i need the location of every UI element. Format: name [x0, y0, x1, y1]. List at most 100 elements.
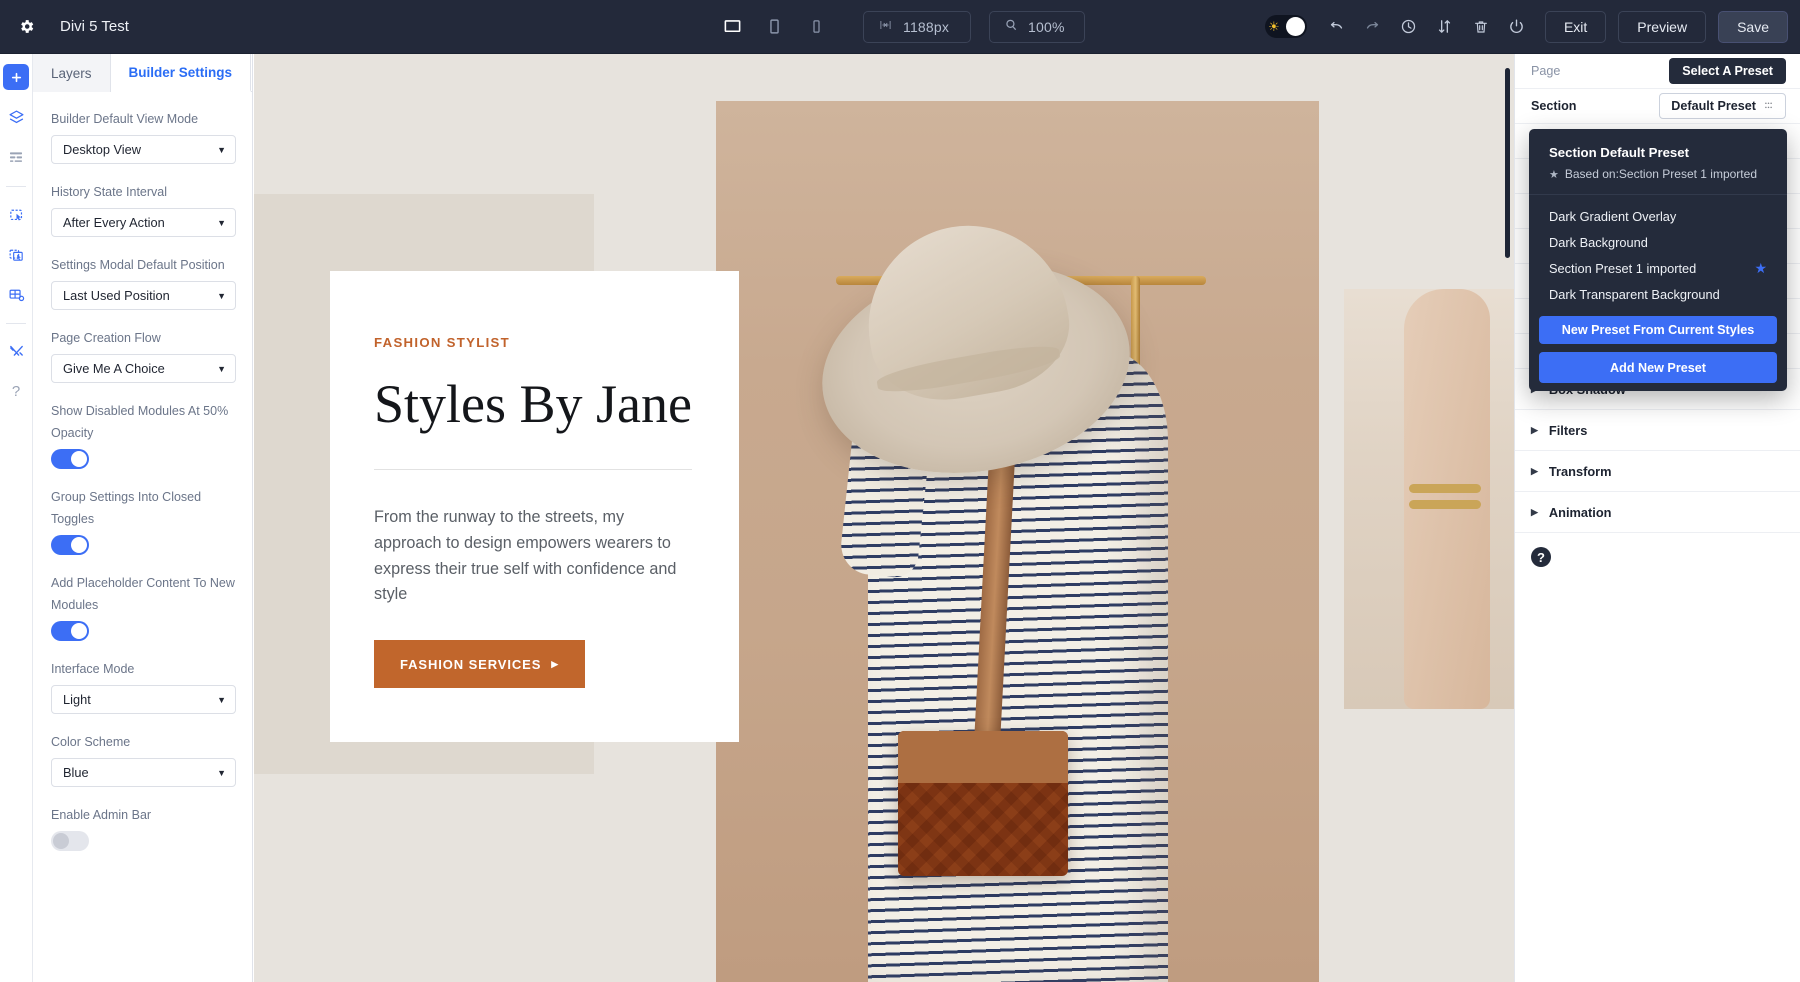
hero-text-card[interactable]: FASHION STYLIST Styles By Jane From the …	[330, 271, 739, 742]
star-icon: ★	[1549, 168, 1559, 181]
help-icon[interactable]: ?	[3, 378, 29, 404]
preset-item-dark-gradient-overlay[interactable]: Dark Gradient Overlay	[1529, 203, 1787, 229]
preset-item-dark-background[interactable]: Dark Background	[1529, 229, 1787, 255]
group-settings-toggle[interactable]	[51, 535, 89, 555]
hero-button-label: FASHION SERVICES	[400, 657, 541, 672]
accordion-label: Animation	[1549, 505, 1612, 520]
page-creation-flow-select[interactable]: Give Me A Choice ▼	[51, 354, 236, 383]
gear-icon[interactable]	[8, 9, 44, 45]
preset-item-section-preset-1-imported[interactable]: Section Preset 1 imported ★	[1529, 255, 1787, 281]
layers-icon[interactable]	[3, 104, 29, 130]
preset-row-label: Page	[1531, 64, 1560, 78]
wireframe-icon[interactable]	[3, 144, 29, 170]
light-dark-toggle[interactable]: ☀	[1265, 15, 1307, 38]
hero-paragraph: From the runway to the streets, my appro…	[374, 505, 692, 609]
field-interface-mode: Interface Mode Light ▼	[51, 658, 236, 714]
hero-divider	[374, 469, 692, 470]
select-value: Last Used Position	[63, 288, 170, 303]
canvas-scrollbar[interactable]	[1505, 68, 1510, 258]
field-show-disabled-modules: Show Disabled Modules At 50% Opacity	[51, 400, 236, 469]
add-new-preset-button[interactable]: Add New Preset	[1539, 352, 1777, 383]
viewport-width-input[interactable]: 1188px	[863, 11, 971, 43]
portability-icon[interactable]	[1429, 11, 1461, 43]
field-label: Add Placeholder Content To New Modules	[51, 572, 236, 616]
toggle-knob	[71, 623, 87, 639]
settings-fields: Builder Default View Mode Desktop View ▼…	[33, 92, 252, 851]
field-group-settings-toggles: Group Settings Into Closed Toggles	[51, 486, 236, 555]
dropdown-title: Section Default Preset	[1549, 145, 1767, 160]
history-icon[interactable]	[1393, 11, 1425, 43]
show-disabled-modules-toggle[interactable]	[51, 449, 89, 469]
page-canvas[interactable]: FASHION STYLIST Styles By Jane From the …	[254, 54, 1514, 982]
bangle-1	[1409, 484, 1481, 493]
chevron-down-icon: ▼	[217, 218, 226, 228]
bangle-2	[1409, 500, 1481, 509]
select-value: After Every Action	[63, 215, 165, 230]
preset-item-dark-transparent-background[interactable]: Dark Transparent Background	[1529, 281, 1787, 307]
add-icon[interactable]	[3, 64, 29, 90]
tab-layers[interactable]: Layers	[33, 54, 111, 92]
preset-item-label: Dark Transparent Background	[1549, 287, 1720, 302]
preset-item-label: Section Preset 1 imported	[1549, 261, 1696, 276]
accordion-filters[interactable]: ▶ Filters	[1515, 410, 1800, 451]
tablet-view-button[interactable]	[757, 10, 791, 44]
tab-builder-settings[interactable]: Builder Settings	[111, 54, 252, 92]
triangle-right-icon: ▶	[1531, 507, 1538, 518]
history-state-interval-select[interactable]: After Every Action ▼	[51, 208, 236, 237]
select-module-icon[interactable]	[3, 201, 29, 227]
chevron-down-icon: ▼	[217, 145, 226, 155]
hero-eyebrow: FASHION STYLIST	[374, 335, 692, 350]
select-a-preset-button[interactable]: Select A Preset	[1669, 58, 1786, 84]
zoom-level-input[interactable]: 100%	[989, 11, 1085, 43]
accordion-animation[interactable]: ▶ Animation	[1515, 492, 1800, 533]
field-history-state-interval: History State Interval After Every Actio…	[51, 181, 236, 237]
preset-item-label: Dark Background	[1549, 235, 1648, 250]
dropdown-subtitle: Based on:Section Preset 1 imported	[1565, 167, 1757, 181]
accordion-label: Transform	[1549, 464, 1612, 479]
magnifier-icon	[1004, 18, 1018, 35]
viewport-width-value: 1188px	[903, 19, 949, 35]
color-scheme-select[interactable]: Blue ▼	[51, 758, 236, 787]
field-builder-default-view-mode: Builder Default View Mode Desktop View ▼	[51, 108, 236, 164]
builder-default-view-mode-select[interactable]: Desktop View ▼	[51, 135, 236, 164]
arrow-right-icon: ▸	[551, 656, 558, 672]
toggle-knob	[53, 833, 69, 849]
redo-icon[interactable]	[1357, 11, 1389, 43]
chevron-down-icon: ▼	[217, 695, 226, 705]
save-button[interactable]: Save	[1718, 11, 1788, 43]
accordion-transform[interactable]: ▶ Transform	[1515, 451, 1800, 492]
page-title: Divi 5 Test	[60, 18, 129, 35]
field-label: Group Settings Into Closed Toggles	[51, 486, 236, 530]
add-placeholder-content-toggle[interactable]	[51, 621, 89, 641]
builder-settings-panel: Layers Builder Settings Builder Default …	[33, 54, 253, 982]
power-icon[interactable]	[1501, 11, 1533, 43]
hero-heading: Styles By Jane	[374, 376, 692, 433]
help-icon[interactable]: ?	[1531, 547, 1551, 567]
chevron-down-icon: ▼	[217, 291, 226, 301]
settings-modal-default-position-select[interactable]: Last Used Position ▼	[51, 281, 236, 310]
module-options-icon[interactable]	[3, 281, 29, 307]
star-icon[interactable]: ★	[1754, 260, 1767, 277]
dropdown-header: Section Default Preset ★ Based on:Sectio…	[1529, 135, 1787, 191]
sun-icon: ☀	[1268, 20, 1280, 33]
preset-row-section: Section Default Preset	[1515, 89, 1800, 124]
field-label: Settings Modal Default Position	[51, 254, 236, 276]
interface-mode-select[interactable]: Light ▼	[51, 685, 236, 714]
new-preset-from-current-styles-button[interactable]: New Preset From Current Styles	[1539, 316, 1777, 344]
default-preset-button[interactable]: Default Preset	[1659, 93, 1786, 119]
horizontal-resize-icon	[878, 19, 893, 34]
enable-admin-bar-toggle[interactable]	[51, 831, 89, 851]
preview-button[interactable]: Preview	[1618, 11, 1706, 43]
phone-view-button[interactable]	[799, 10, 833, 44]
tools-icon[interactable]	[3, 338, 29, 364]
undo-icon[interactable]	[1321, 11, 1353, 43]
desktop-view-button[interactable]	[715, 10, 749, 44]
exit-button[interactable]: Exit	[1545, 11, 1606, 43]
trash-icon[interactable]	[1465, 11, 1497, 43]
select-value: Desktop View	[63, 142, 141, 157]
default-preset-label: Default Preset	[1671, 99, 1756, 113]
preset-row-page: Page Select A Preset	[1515, 54, 1800, 89]
fashion-services-button[interactable]: FASHION SERVICES ▸	[374, 640, 585, 688]
preset-row-label: Section	[1531, 99, 1577, 113]
multi-select-icon[interactable]	[3, 241, 29, 267]
